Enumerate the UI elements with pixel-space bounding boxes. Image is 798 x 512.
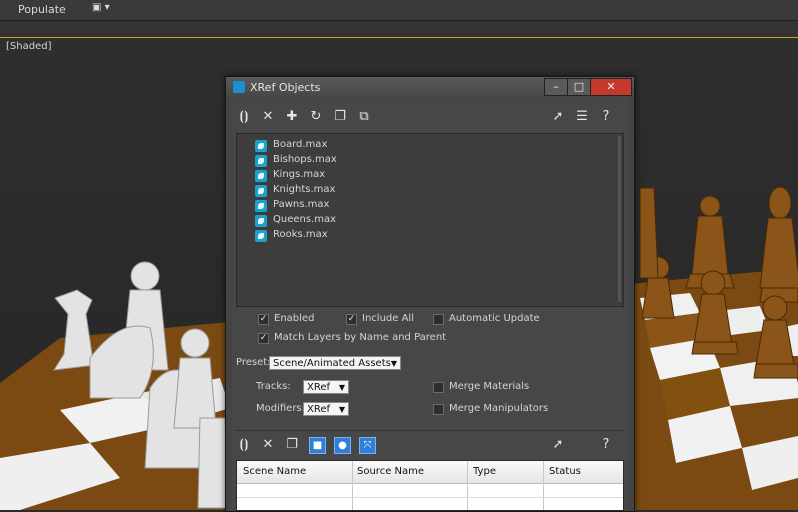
column-header-status[interactable]: Status [549,466,581,477]
dialog-title: XRef Objects [250,81,321,94]
section-divider [236,430,624,431]
copy-icon[interactable]: ❐ [284,437,300,453]
column-divider [352,461,353,510]
refresh-icon[interactable]: ↻ [308,109,324,125]
column-header-source-name[interactable]: Source Name [357,466,424,477]
pointer-icon[interactable]: ➚ [550,109,566,125]
column-header-scene-name[interactable]: Scene Name [243,466,306,477]
help-icon[interactable]: ? [598,437,614,453]
xref-items-table[interactable]: Scene Name Source Name Type Status [236,460,624,511]
check-icon: ✓ [346,314,357,325]
transform-icon[interactable]: ⤧ [359,437,376,454]
chevron-down-icon: ▼ [390,359,397,368]
chevron-down-icon: ▼ [338,383,345,392]
max-file-icon [255,200,267,212]
bracket-select-icon[interactable]: ⦗⦘ [236,109,252,125]
preset-label: Preset: [236,357,271,368]
check-icon: ✓ [258,314,269,325]
xref-app-icon [233,81,245,93]
pointer-icon[interactable]: ➚ [550,437,566,453]
max-file-icon [255,215,267,227]
viewport-layout-dropdown[interactable]: ▣ ▾ [92,2,110,13]
max-file-icon [255,155,267,167]
list-icon[interactable]: ☰ [574,109,590,125]
ribbon: Populate ▣ ▾ [0,0,798,21]
preset-dropdown[interactable]: Scene/Animated Assets ▼ [269,356,401,370]
viewport-shading-label[interactable]: [Shaded] [6,41,51,52]
delete-icon[interactable]: ✕ [260,437,276,453]
help-icon[interactable]: ? [598,109,614,125]
dialog-body: ⦗⦘ ✕ ✚ ↻ ❐ ⧉ ➚ ☰ ? Board.max Bishops.max… [232,99,628,511]
object-icon[interactable]: ■ [309,437,326,454]
xref-objects-dialog: XRef Objects – □ ✕ ⦗⦘ ✕ ✚ ↻ ❐ ⧉ ➚ ☰ ? Bo… [225,76,635,512]
delete-icon[interactable]: ✕ [260,109,276,125]
maximize-button[interactable]: □ [567,78,591,96]
table-header: Scene Name Source Name Type Status [237,461,623,484]
add-icon[interactable]: ✚ [284,109,300,125]
max-file-icon [255,140,267,152]
tracks-dropdown[interactable]: XRef ▼ [303,380,349,394]
table-row [237,497,623,498]
tracks-label: Tracks: [256,381,291,392]
modifiers-label: Modifiers: [256,403,306,414]
populate-tab[interactable]: Populate [18,3,66,16]
chevron-down-icon: ▼ [338,405,345,414]
modifiers-dropdown[interactable]: XRef ▼ [303,402,349,416]
minimize-button[interactable]: – [544,78,568,96]
xref-file-list[interactable]: Board.max Bishops.max Kings.max Knights.… [236,133,624,307]
copy-icon[interactable]: ❐ [332,109,348,125]
check-icon: ✓ [258,333,269,344]
sphere-icon[interactable]: ● [334,437,351,454]
column-header-type[interactable]: Type [473,466,496,477]
max-file-icon [255,185,267,197]
merge-icon[interactable]: ⧉ [356,109,372,125]
bracket-select-icon[interactable]: ⦗⦘ [236,437,252,453]
max-file-icon [255,170,267,182]
dialog-titlebar[interactable]: XRef Objects – □ ✕ [226,77,634,97]
close-button[interactable]: ✕ [590,78,632,96]
column-divider [467,461,468,510]
ribbon-sub-panel [0,21,798,38]
list-scrollbar[interactable] [618,136,621,302]
column-divider [543,461,544,510]
max-file-icon [255,230,267,242]
